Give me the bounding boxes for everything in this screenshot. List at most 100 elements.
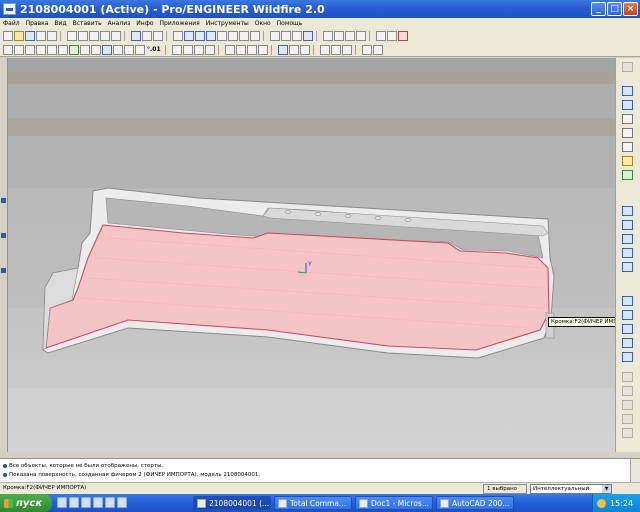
environment-icon[interactable] <box>113 44 123 55</box>
refit-icon[interactable] <box>206 31 216 41</box>
quick-launch-icon[interactable] <box>57 497 67 508</box>
round-tool-icon[interactable] <box>622 262 633 272</box>
message-scrollbar[interactable] <box>630 459 640 483</box>
maximize-button[interactable]: □ <box>607 2 622 16</box>
quick-launch-icon[interactable] <box>81 497 91 508</box>
regenerate-icon[interactable] <box>131 31 141 41</box>
zoom-in-icon[interactable] <box>184 31 194 41</box>
graphics-window[interactable]: Y Кромка:F2(ФИЧЕР ИМПОРТА) <box>8 58 615 452</box>
revolve-tool-icon[interactable] <box>622 310 633 320</box>
merge-tool-icon[interactable] <box>622 372 633 382</box>
extrude-tool-icon[interactable] <box>622 296 633 306</box>
window-new-icon[interactable] <box>341 44 352 55</box>
selection-count[interactable]: 1 выбрано <box>483 484 527 494</box>
menu-file[interactable]: Файл <box>3 20 20 27</box>
menu-applications[interactable]: Приложения <box>160 20 200 27</box>
print-icon[interactable] <box>36 31 46 41</box>
extrude-icon[interactable] <box>182 44 193 55</box>
redo-icon[interactable] <box>78 31 88 41</box>
render-icon[interactable] <box>361 44 372 55</box>
undo-icon[interactable] <box>67 31 77 41</box>
context-help-icon[interactable] <box>398 31 408 41</box>
hole-icon[interactable] <box>246 44 257 55</box>
select-icon[interactable] <box>153 31 163 41</box>
task-total-commander[interactable]: Total Comma... <box>274 496 352 510</box>
pan-icon[interactable] <box>14 44 24 55</box>
datum-display-icon[interactable] <box>69 44 79 55</box>
menu-window[interactable]: Окно <box>255 20 271 27</box>
menu-insert[interactable]: Вставить <box>73 20 102 27</box>
model-view[interactable]: Y <box>8 58 615 452</box>
menu-edit[interactable]: Правка <box>26 20 49 27</box>
quick-launch-icon[interactable] <box>117 497 127 508</box>
shading-icon[interactable] <box>303 31 313 41</box>
paste-icon[interactable] <box>111 31 121 41</box>
minimize-button[interactable]: _ <box>591 2 606 16</box>
menu-tools[interactable]: Инструменты <box>206 20 249 27</box>
appearance-icon[interactable] <box>102 44 112 55</box>
color-icon[interactable] <box>372 44 383 55</box>
chamfer-icon[interactable] <box>235 44 246 55</box>
shell-icon[interactable] <box>257 44 268 55</box>
layers-icon[interactable] <box>239 31 249 41</box>
datum-csys-icon[interactable] <box>622 142 633 152</box>
rib-tool-icon[interactable] <box>622 234 633 244</box>
view-manager-icon[interactable] <box>250 31 260 41</box>
menu-info[interactable]: Инфо <box>136 20 153 27</box>
window-activate-icon[interactable] <box>319 44 330 55</box>
model-info-icon[interactable] <box>91 44 101 55</box>
new-file-icon[interactable] <box>3 31 13 41</box>
window-title-bar[interactable]: 2108004001 (Active) - Pro/ENGINEER Wildf… <box>0 0 640 18</box>
chevron-down-icon[interactable]: ▼ <box>602 485 611 493</box>
extend-tool-icon[interactable] <box>622 414 633 424</box>
quick-launch-icon[interactable] <box>69 497 79 508</box>
mirror-tool-icon[interactable] <box>622 352 633 362</box>
zoom-out-icon[interactable] <box>195 31 205 41</box>
measure-icon[interactable] <box>36 44 46 55</box>
shell-tool-icon[interactable] <box>622 220 633 230</box>
task-proe[interactable]: 2108004001 (... <box>193 496 271 510</box>
wireframe-icon[interactable] <box>270 31 280 41</box>
pattern-tool-icon[interactable] <box>622 400 633 410</box>
quick-launch-icon[interactable] <box>105 497 115 508</box>
menu-analysis[interactable]: Анализ <box>108 20 131 27</box>
open-folder-icon[interactable] <box>14 31 24 41</box>
copy-icon[interactable] <box>100 31 110 41</box>
task-autocad[interactable]: AutoCAD 200... <box>436 496 514 510</box>
display-style-icon[interactable] <box>124 44 134 55</box>
offset-tool-icon[interactable] <box>622 428 633 438</box>
hole-tool-icon[interactable] <box>622 206 633 216</box>
blend-tool-icon[interactable] <box>622 338 633 348</box>
mass-props-icon[interactable] <box>135 44 145 55</box>
hidden-line-icon[interactable] <box>281 31 291 41</box>
start-button[interactable]: пуск <box>0 494 52 512</box>
datum-axis-icon[interactable] <box>622 100 633 110</box>
datum-points-icon[interactable] <box>345 31 355 41</box>
task-word-doc[interactable]: Doc1 - Micros... <box>355 496 433 510</box>
datum-planes-icon[interactable] <box>323 31 333 41</box>
variable-sweep-icon[interactable] <box>622 324 633 334</box>
draft-tool-icon[interactable] <box>622 248 633 258</box>
email-icon[interactable] <box>47 31 57 41</box>
clock[interactable]: 15:24 <box>610 499 633 508</box>
zoom-window-icon[interactable] <box>25 44 35 55</box>
model-tree-icon[interactable] <box>3 44 13 55</box>
spin-center-icon[interactable] <box>376 31 386 41</box>
feature-info-icon[interactable] <box>80 44 90 55</box>
orient-mode-icon[interactable] <box>387 31 397 41</box>
close-button[interactable]: × <box>623 2 638 16</box>
round-icon[interactable] <box>224 44 235 55</box>
sketch-icon[interactable] <box>171 44 182 55</box>
no-hidden-icon[interactable] <box>292 31 302 41</box>
reorient-icon[interactable] <box>217 31 227 41</box>
revolve-icon[interactable] <box>193 44 204 55</box>
repaint-icon[interactable] <box>173 31 183 41</box>
save-icon[interactable] <box>25 31 35 41</box>
trim-tool-icon[interactable] <box>622 386 633 396</box>
analysis-icon[interactable] <box>622 156 633 166</box>
saved-views-icon[interactable] <box>228 31 238 41</box>
selection-filter[interactable]: Интеллектуальный ▼ <box>530 484 612 494</box>
copy-feature-icon[interactable] <box>299 44 310 55</box>
menu-help[interactable]: Помощь <box>277 20 303 27</box>
sketcher-icon[interactable] <box>622 170 633 180</box>
